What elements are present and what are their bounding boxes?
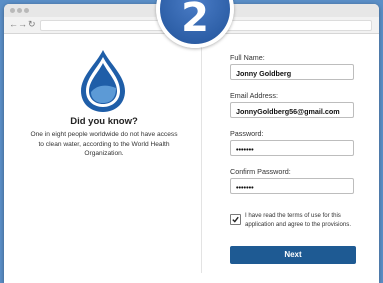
window-close-dot[interactable] bbox=[10, 8, 15, 13]
info-title: Did you know? bbox=[70, 116, 138, 127]
refresh-icon[interactable]: ↻ bbox=[28, 18, 36, 31]
terms-text: I have read the terms of use for this ap… bbox=[245, 212, 352, 228]
password-label: Password: bbox=[230, 129, 264, 138]
step-number: 2 bbox=[181, 0, 209, 41]
confirm-password-label: Confirm Password: bbox=[230, 167, 291, 176]
back-icon[interactable]: ← bbox=[9, 18, 18, 31]
email-label: Email Address: bbox=[230, 91, 278, 100]
window-maximize-dot[interactable] bbox=[24, 8, 29, 13]
info-body: One in eight people worldwide do not hav… bbox=[30, 131, 178, 157]
terms-checkbox[interactable] bbox=[230, 214, 241, 225]
panel-divider bbox=[201, 44, 202, 273]
checkmark-icon bbox=[232, 216, 239, 223]
confirm-password-field[interactable]: ••••••• bbox=[230, 178, 354, 194]
email-field[interactable]: JonnyGoldberg56@gmail.com bbox=[230, 102, 354, 118]
full-name-label: Full Name: bbox=[230, 53, 265, 62]
password-field[interactable]: ••••••• bbox=[230, 140, 354, 156]
next-button[interactable]: Next bbox=[230, 246, 356, 264]
full-name-field[interactable]: Jonny Goldberg bbox=[230, 64, 354, 80]
forward-icon[interactable]: → bbox=[18, 18, 27, 31]
water-drop-icon bbox=[70, 48, 136, 114]
window-minimize-dot[interactable] bbox=[17, 8, 22, 13]
